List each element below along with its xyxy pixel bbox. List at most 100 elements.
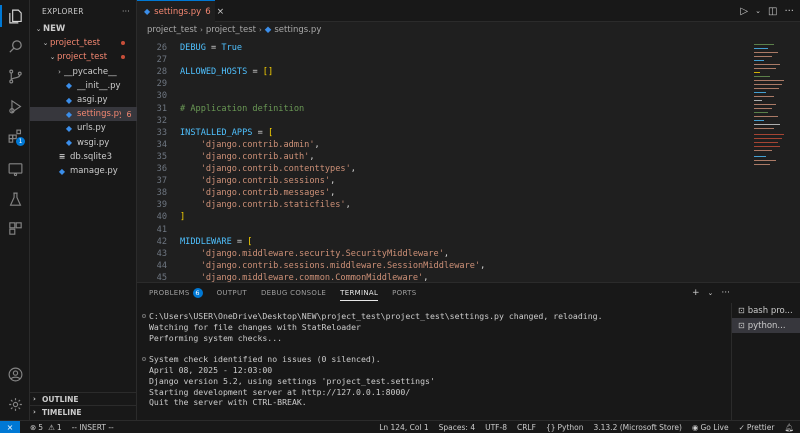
cursor-position[interactable]: Ln 124, Col 1: [379, 423, 428, 432]
code-editor[interactable]: 26 DEBUG = True 27 28 ALLOWED_HOSTS = [] 29 30…: [137, 38, 747, 282]
code-token: ,: [309, 151, 315, 162]
tree-item[interactable]: ◆ manage.py: [30, 164, 137, 178]
encoding[interactable]: UTF-8: [485, 423, 507, 432]
tab-terminal[interactable]: TERMINAL: [340, 283, 379, 303]
panel-tab-label: PROBLEMS: [149, 289, 190, 297]
account-icon[interactable]: [0, 360, 30, 388]
problems-status[interactable]: ⊗ 5 ⚠ 1: [30, 423, 62, 432]
activity-bar: 1: [0, 0, 30, 420]
problem-count-badge: 6: [126, 109, 132, 119]
tree-item[interactable]: ◆ settings.py 6: [30, 107, 137, 122]
code-token: ,: [350, 164, 356, 174]
code-token: 'django.middleware.security.SecurityMidd…: [200, 248, 444, 259]
terminal-line: Quit the server with CTRL-BREAK.: [149, 397, 307, 408]
indentation[interactable]: Spaces: 4: [439, 423, 475, 432]
line-number: 28: [156, 67, 167, 78]
settings-gear-icon[interactable]: [0, 390, 30, 418]
tab-output[interactable]: OUTPUT: [217, 283, 247, 303]
python-file-icon: ◆: [65, 123, 73, 133]
code-line: 45 'django.middleware.common.CommonMiddl…: [137, 271, 747, 282]
tab-settings-py[interactable]: ◆ settings.py 6 ×: [137, 0, 224, 22]
more-actions-icon[interactable]: ···: [721, 288, 730, 298]
timeline-section[interactable]: › TIMELINE: [30, 405, 137, 418]
minimap[interactable]: [750, 38, 800, 282]
terminal-instance[interactable]: ⊡ python...: [732, 318, 800, 333]
prettier-status[interactable]: ✓ Prettier: [739, 423, 775, 432]
terminal-output[interactable]: C:\Users\USER\OneDrive\Desktop\NEW\proje…: [149, 311, 719, 421]
language-mode[interactable]: {} Python: [546, 423, 584, 432]
line-number: 29: [156, 79, 167, 90]
tree-item[interactable]: ⌄ project_test: [30, 50, 137, 64]
line-number: 35: [156, 151, 167, 162]
source-control-icon[interactable]: [0, 62, 30, 90]
python-file-icon: ◆: [58, 166, 66, 176]
tree-item-label: asgi.py: [77, 95, 108, 105]
terminal-line: Performing system checks...: [149, 332, 283, 343]
python-file-icon: ◆: [65, 81, 73, 91]
chevron-down-icon[interactable]: ⌄: [755, 7, 761, 15]
remote-indicator[interactable]: ⨯: [0, 420, 20, 433]
breadcrumb-item[interactable]: settings.py: [274, 25, 321, 35]
code-token: 'django.contrib.staticfiles': [200, 200, 346, 211]
tree-item-label: manage.py: [70, 166, 118, 176]
line-ending[interactable]: CRLF: [517, 423, 536, 432]
tree-item[interactable]: ◆ wsgi.py: [30, 136, 137, 150]
explorer-more-icon[interactable]: ···: [122, 7, 130, 16]
line-number: 26: [156, 43, 167, 53]
tree-item[interactable]: ◆ asgi.py: [30, 93, 137, 107]
tab-debug-console[interactable]: DEBUG CONSOLE: [261, 283, 326, 303]
code-token: MIDDLEWARE: [180, 236, 232, 247]
tab-ports[interactable]: PORTS: [392, 283, 416, 303]
tree-item[interactable]: ≡ db.sqlite3: [30, 150, 137, 164]
panel-tab-label: TERMINAL: [340, 289, 379, 297]
python-file-icon: ◆: [65, 95, 73, 105]
tree-item-label: wsgi.py: [77, 137, 110, 148]
tree-item[interactable]: ⌄ NEW: [30, 22, 137, 36]
tree-item[interactable]: › __pycache__: [30, 65, 137, 79]
remote-explorer-icon[interactable]: [0, 155, 30, 183]
run-icon[interactable]: ▷: [740, 6, 748, 17]
chevron-down-icon[interactable]: ⌄: [708, 289, 714, 297]
editor-tab-bar: ◆ settings.py 6 × ▷ ⌄ ◫ ···: [137, 0, 800, 22]
new-terminal-icon[interactable]: +: [692, 288, 700, 298]
extension-view-icon[interactable]: [0, 214, 30, 242]
chevron-down-icon: ⌄: [35, 25, 42, 33]
code-token: ,: [314, 139, 320, 150]
explorer-icon[interactable]: [0, 2, 30, 30]
code-token: DEBUG: [180, 43, 206, 53]
code-token: ,: [443, 248, 450, 259]
python-file-icon: ◆: [264, 25, 272, 35]
panel-actions: + ⌄ ···: [692, 283, 730, 303]
breadcrumb-item[interactable]: project_test: [147, 25, 197, 35]
outline-section[interactable]: › OUTLINE: [30, 392, 137, 405]
search-icon[interactable]: [0, 32, 30, 60]
tree-item[interactable]: ⌄ project_test: [30, 36, 137, 50]
command-decoration-icon[interactable]: [142, 357, 146, 361]
extensions-icon[interactable]: 1: [0, 122, 30, 150]
tab-problems[interactable]: PROBLEMS 6: [149, 283, 203, 303]
code-token: # Application definition: [180, 103, 305, 114]
outline-label: OUTLINE: [42, 394, 79, 404]
tree-item[interactable]: ◆ __init__.py: [30, 79, 137, 93]
problems-badge: 6: [192, 288, 203, 298]
more-actions-icon[interactable]: ···: [784, 6, 794, 17]
command-decoration-icon[interactable]: [142, 314, 146, 318]
terminal-instance-label: bash pro...: [747, 305, 793, 316]
run-debug-icon[interactable]: [0, 92, 30, 120]
terminal-instance-label: python...: [747, 320, 786, 331]
testing-icon[interactable]: [0, 185, 30, 213]
terminal-instance[interactable]: ⊡ bash pro...: [732, 303, 800, 318]
notifications-icon[interactable]: 🔔︎: [784, 423, 794, 432]
breadcrumb-item[interactable]: project_test: [206, 25, 256, 35]
close-icon[interactable]: ×: [217, 7, 225, 17]
terminal-line: Watching for file changes with StatReloa…: [149, 321, 361, 332]
line-number: 43: [156, 248, 167, 259]
panel-tab-label: OUTPUT: [216, 289, 247, 297]
tree-item[interactable]: ◆ urls.py: [30, 121, 137, 135]
split-editor-icon[interactable]: ◫: [768, 6, 777, 17]
go-live-button[interactable]: ◉ Go Live: [692, 423, 729, 432]
code-token: ,: [423, 272, 429, 282]
python-interpreter[interactable]: 3.13.2 (Microsoft Store): [593, 423, 681, 432]
terminal-icon: ⊡: [738, 321, 745, 330]
